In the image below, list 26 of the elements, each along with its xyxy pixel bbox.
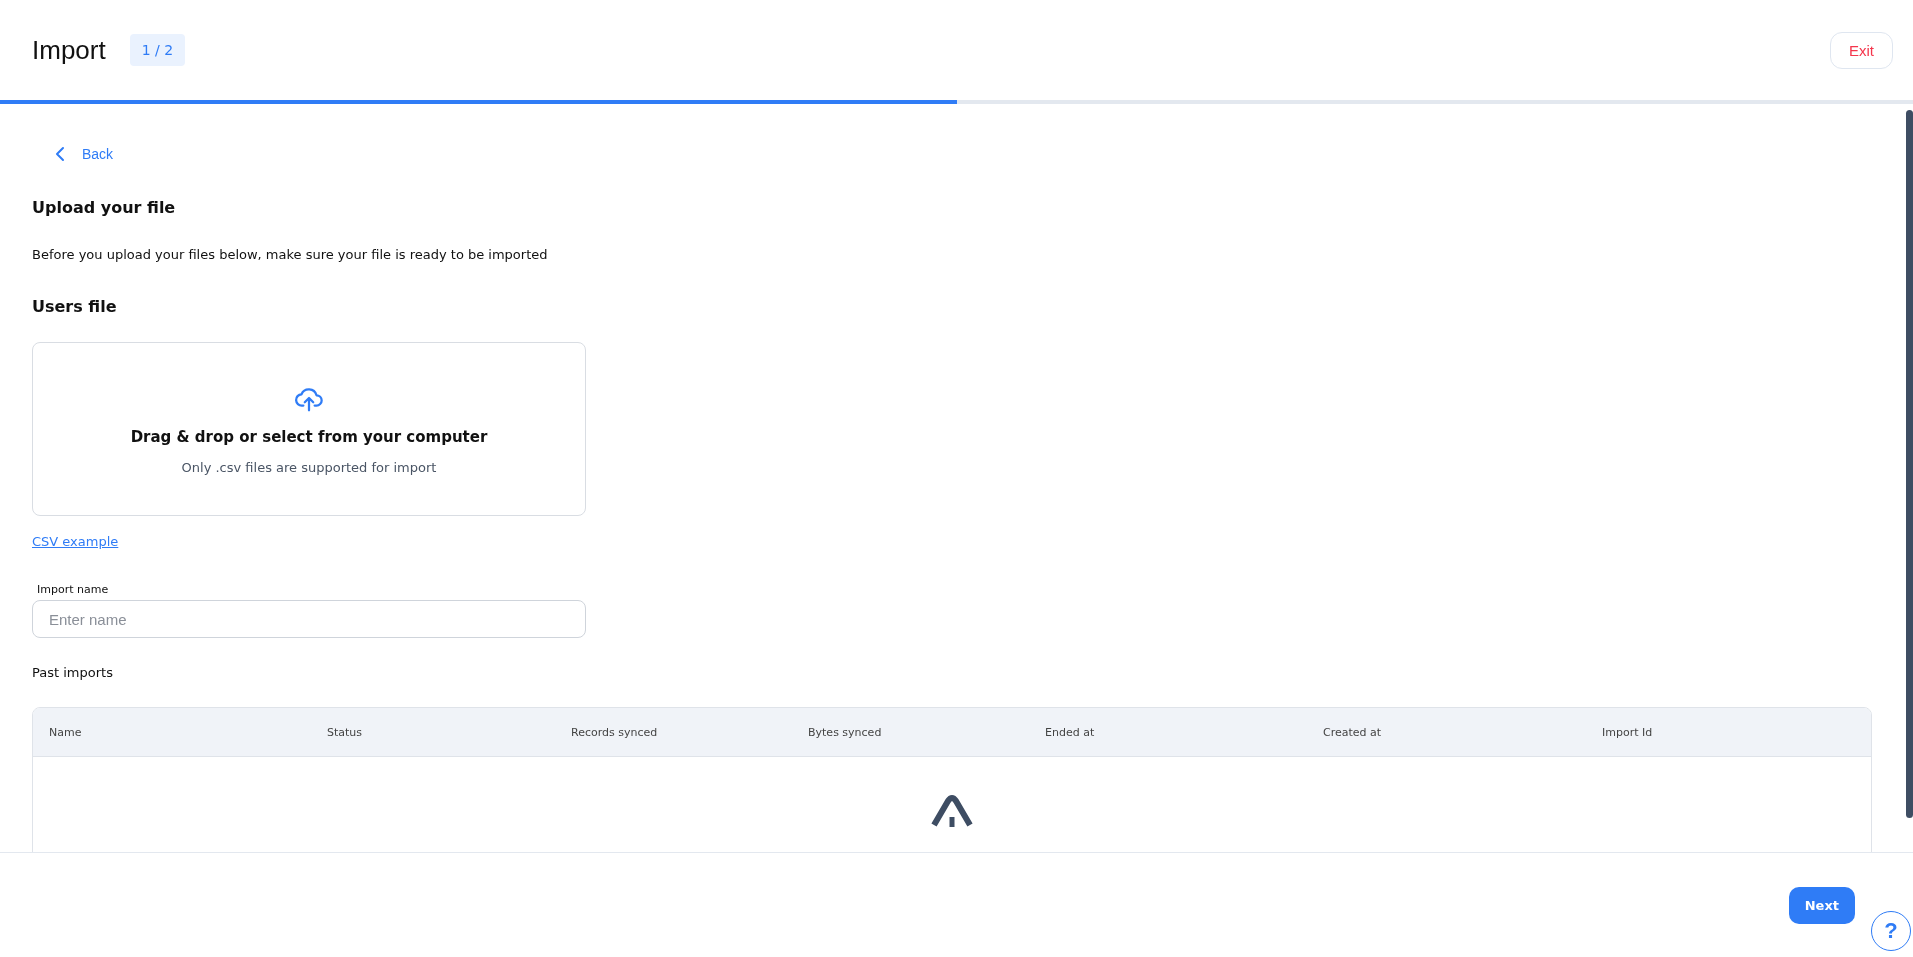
column-header: Bytes synced xyxy=(808,725,883,739)
loading-logo-icon xyxy=(931,795,973,827)
past-imports-title: Past imports xyxy=(32,665,114,680)
page-title: Import xyxy=(32,34,106,66)
column-header: Ended at xyxy=(1045,725,1096,739)
dropzone-hint: Only .csv files are supported for import xyxy=(181,459,437,475)
description-text: Before you upload your files below, make sure your file is ready to be imported xyxy=(32,247,549,262)
chevron-left-icon xyxy=(54,146,66,162)
back-link[interactable]: Back xyxy=(54,146,114,162)
scrollbar[interactable] xyxy=(1906,110,1913,818)
column-header: Status xyxy=(327,725,364,739)
csv-example-link[interactable]: CSV example xyxy=(32,534,119,549)
step-badge: 1 / 2 xyxy=(129,34,186,66)
import-name-label: Import name xyxy=(37,583,110,596)
import-name-input[interactable]: Enter name xyxy=(32,600,586,638)
column-header: Records synced xyxy=(571,725,659,739)
section-title: Upload your file xyxy=(32,198,177,217)
exit-button[interactable]: Exit xyxy=(1830,31,1893,69)
file-label: Users file xyxy=(32,297,118,316)
help-button[interactable]: ? xyxy=(1871,911,1911,951)
next-button[interactable]: Next xyxy=(1788,886,1855,924)
dropzone-title: Drag & drop or select from your computer xyxy=(130,427,488,446)
column-header: Import Id xyxy=(1602,725,1654,739)
file-dropzone[interactable]: Drag & drop or select from your computer Only .csv files are supported for import xyxy=(32,342,586,516)
column-header: Name xyxy=(49,725,83,739)
column-header: Created at xyxy=(1323,725,1383,739)
